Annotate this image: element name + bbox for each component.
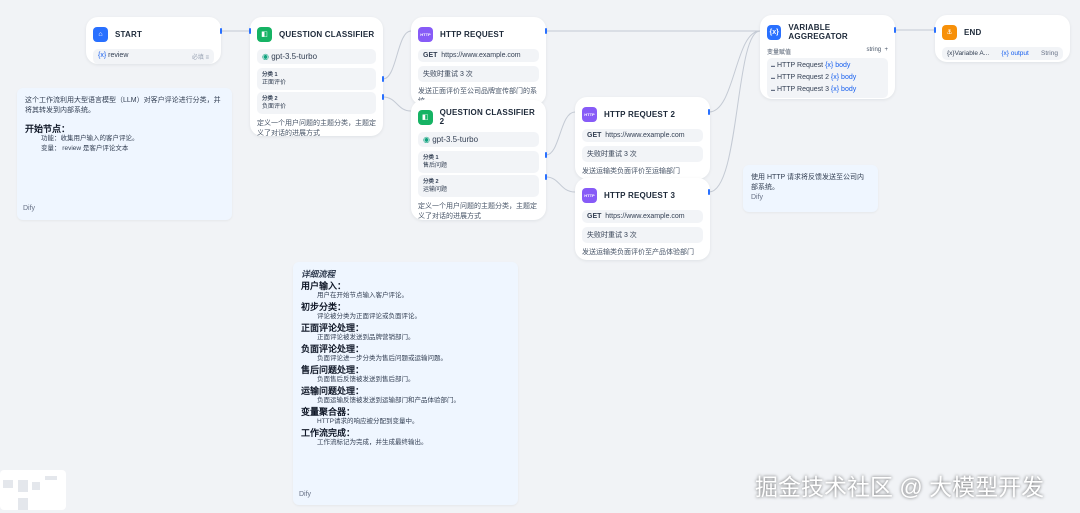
- retry-info: 失败时重试 3 次: [418, 66, 539, 82]
- class-label: 分类 2: [423, 179, 439, 185]
- http-icon: HTTP: [582, 187, 597, 203]
- edge: [545, 176, 576, 193]
- http-request-node[interactable]: HTTP HTTP REQUEST GET https://www.example…: [411, 17, 546, 105]
- note-line: 变量： review 是客户评论文本: [41, 145, 129, 152]
- note-footer: Dify: [23, 205, 36, 212]
- http-icon: HTTP: [418, 26, 433, 42]
- model-name: gpt-3.5-turbo: [432, 135, 479, 144]
- section-heading: 负面评论处理：: [301, 343, 365, 354]
- required-badge: 必填: [191, 55, 204, 61]
- note-text: 使用 HTTP 请求将反馈发送至公司内部系统。: [751, 174, 865, 191]
- http-url: https://www.example.com: [441, 52, 521, 59]
- retry-info: 失败时重试 3 次: [582, 227, 703, 243]
- node-title: END: [964, 27, 982, 37]
- edge: [382, 96, 412, 112]
- section-text: 负面售后反馈被发送到售后部门。: [317, 376, 415, 383]
- watermark: 掘金技术社区 @ 大模型开发: [755, 474, 1045, 500]
- class-value: 运输问题: [423, 187, 448, 193]
- aggregated-variable: ▬ HTTP Request 3 {x} body: [771, 86, 857, 93]
- classifier-icon: ◧: [257, 26, 272, 42]
- http-method: GET: [423, 52, 438, 59]
- home-icon: ⌂: [93, 26, 108, 42]
- node-title: HTTP REQUEST 3: [604, 190, 676, 200]
- section-heading: 正面评论处理：: [301, 322, 365, 333]
- section-text: 负面运输反馈被发送到运输部门和产品体验部门。: [317, 397, 460, 404]
- edge: [382, 30, 412, 80]
- class-label: 分类 1: [423, 155, 439, 161]
- question-classifier-node[interactable]: ◧ QUESTION CLASSIFIER ◉ gpt-3.5-turbo 分类 …: [250, 17, 383, 137]
- aggregated-variable: ▬ HTTP Request {x} body: [771, 62, 851, 69]
- section-heading: 初步分类：: [301, 301, 347, 312]
- node-title: VARIABLE AGGREGATOR: [788, 23, 848, 41]
- class-label: 分类 2: [262, 96, 278, 102]
- note-footer: Dify: [299, 490, 312, 498]
- assign-label: 变量赋值: [767, 50, 792, 56]
- end-node[interactable]: ⚓ END {x}Variable A... {x} output String: [935, 15, 1070, 62]
- class-value: 负面评价: [262, 104, 287, 110]
- section-heading: 用户输入：: [301, 280, 347, 291]
- section-text: 正面评论被发送到品牌营销部门。: [317, 334, 415, 341]
- note-detail[interactable]: 详细流程 用户输入： 用户在开始节点输入客户评论。初步分类： 评论被分类为正面评论或…: [293, 262, 518, 505]
- output-name: output: [1010, 50, 1029, 57]
- edge: [708, 30, 761, 113]
- note-title: 详细流程: [301, 269, 336, 279]
- variable-name: review: [108, 52, 129, 59]
- classifier-icon: ◧: [418, 109, 433, 125]
- class-value: 售后问题: [423, 163, 448, 169]
- node-description: 发送运输类负面评价至运输部门: [582, 168, 680, 175]
- note-overview[interactable]: 这个工作流利用大型语言模型（LLM）对客户评论进行分类，并将其转发到内部系统。 …: [17, 88, 232, 220]
- node-description: 发送运输类负面评价至产品体验部门: [582, 249, 694, 256]
- class-label: 分类 1: [262, 72, 278, 78]
- variable-icon: {x}: [767, 24, 782, 40]
- section-heading: 售后问题处理：: [301, 364, 365, 375]
- class-value: 正面评价: [262, 80, 287, 86]
- http-request-3-node[interactable]: HTTP HTTP REQUEST 3 GET https://www.examp…: [575, 178, 710, 260]
- minimap[interactable]: [0, 470, 66, 510]
- section-text: HTTP请求的响应被分配到变量中。: [317, 418, 419, 425]
- openai-icon: ◉: [423, 135, 430, 144]
- node-title: QUESTION CLASSIFIER: [279, 29, 375, 39]
- variable-name: Variable A...: [954, 50, 990, 57]
- openai-icon: ◉: [262, 52, 269, 61]
- question-classifier-2-node[interactable]: ◧ QUESTION CLASSIFIER 2 ◉ gpt-3.5-turbo 分…: [411, 100, 546, 220]
- add-button[interactable]: +: [884, 47, 888, 53]
- node-description: 定义一个用户问题的主题分类，主题定义了对话的进展方式: [257, 120, 376, 137]
- model-name: gpt-3.5-turbo: [271, 52, 318, 61]
- http-method: GET: [587, 132, 602, 139]
- retry-info: 失败时重试 3 次: [582, 146, 703, 162]
- http-url: https://www.example.com: [605, 132, 685, 139]
- node-description: 定义一个用户问题的主题分类，主题定义了对话的进展方式: [418, 203, 537, 220]
- output-type: String: [1041, 50, 1058, 57]
- note-heading: 开始节点：: [25, 124, 71, 134]
- section-heading: 运输问题处理：: [301, 385, 365, 396]
- note-http[interactable]: 使用 HTTP 请求将反馈发送至公司内部系统。 Dify: [743, 165, 878, 212]
- note-line: 功能：收集用户输入的客户评论。: [41, 135, 139, 142]
- section-text: 评论被分类为正面评论或负面评论。: [317, 313, 421, 320]
- http-request-2-node[interactable]: HTTP HTTP REQUEST 2 GET https://www.examp…: [575, 97, 710, 179]
- node-title: HTTP REQUEST: [440, 29, 505, 39]
- node-title: QUESTION CLASSIFIER 2: [439, 108, 535, 126]
- end-icon: ⚓: [942, 24, 957, 40]
- section-heading: 变量聚合器：: [301, 406, 356, 417]
- http-method: GET: [587, 213, 602, 220]
- node-title: HTTP REQUEST 2: [604, 109, 676, 119]
- note-footer: Dify: [751, 194, 764, 201]
- section-text: 用户在开始节点输入客户评论。: [317, 292, 408, 299]
- http-icon: HTTP: [582, 106, 597, 122]
- note-intro: 这个工作流利用大型语言模型（LLM）对客户评论进行分类，并将其转发到内部系统。: [25, 97, 221, 114]
- variable-aggregator-node[interactable]: {x} VARIABLE AGGREGATOR 变量赋值 string + ▬ HT…: [760, 15, 895, 99]
- section-heading: 工作流完成：: [301, 427, 356, 438]
- http-url: https://www.example.com: [605, 213, 685, 220]
- start-node[interactable]: ⌂ START {x} review 必填 ≡: [86, 17, 221, 64]
- section-text: 工作流标记为完成，并生成最终输出。: [317, 439, 428, 446]
- node-title: START: [115, 29, 143, 39]
- type-label: string: [866, 47, 882, 53]
- aggregated-variable: ▬ HTTP Request 2 {x} body: [771, 74, 857, 81]
- edge: [545, 111, 576, 156]
- section-text: 负面评论进一步分类为售后问题或运输问题。: [317, 355, 447, 362]
